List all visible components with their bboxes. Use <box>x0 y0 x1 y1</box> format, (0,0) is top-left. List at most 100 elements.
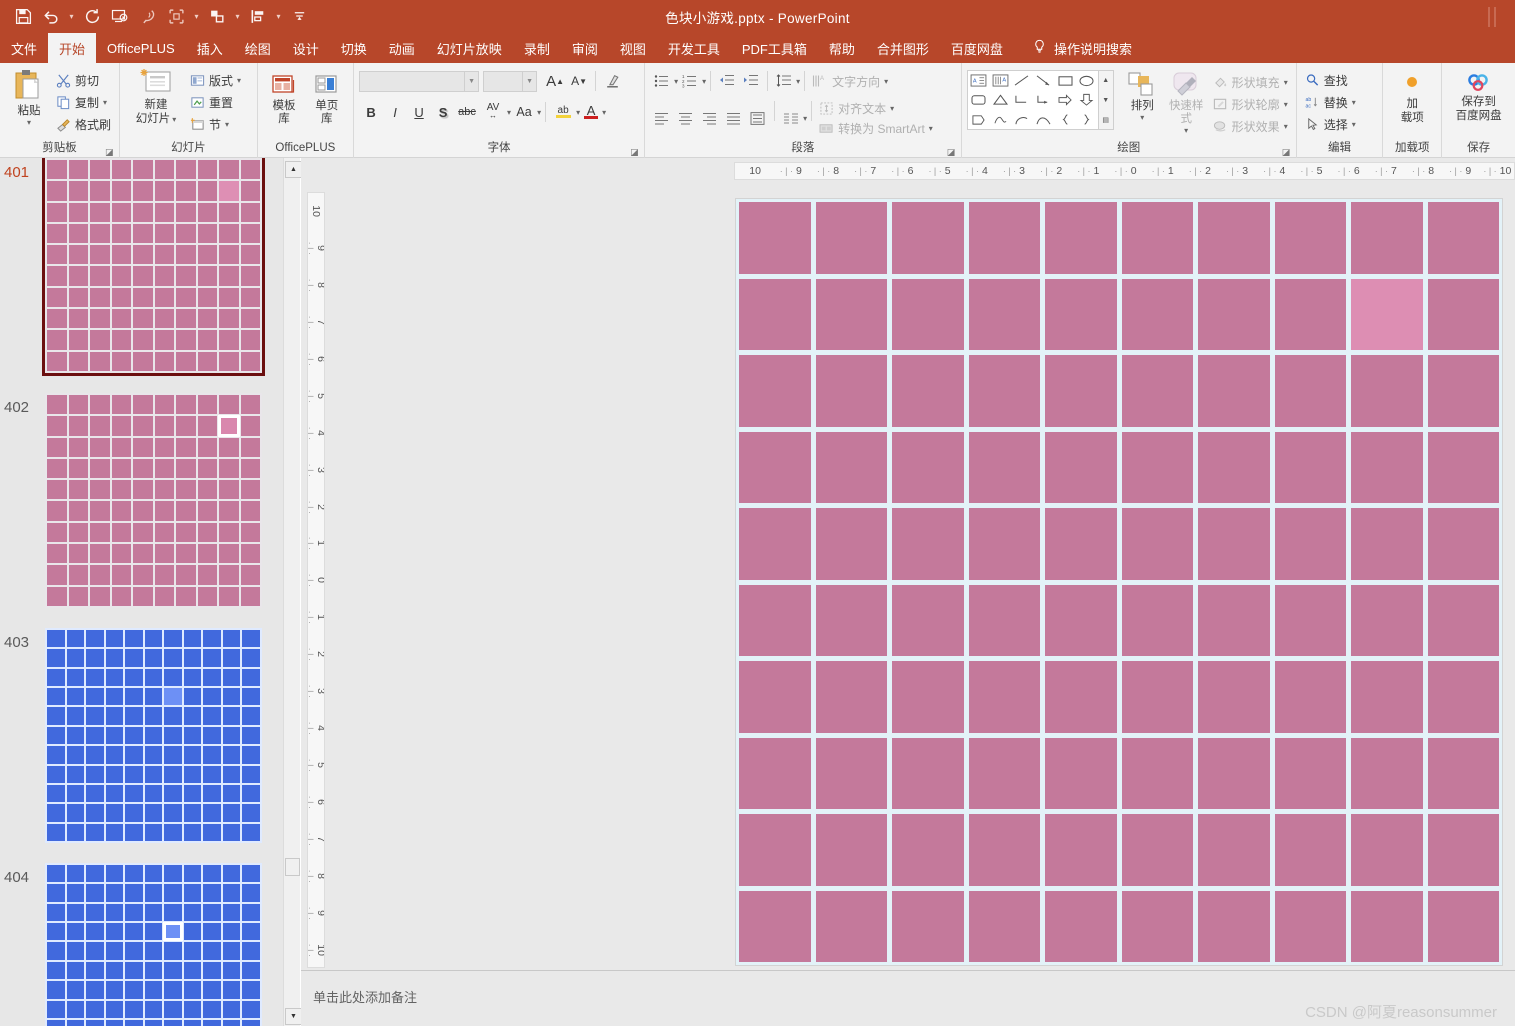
ribbon-tab-12[interactable]: 开发工具 <box>657 33 731 63</box>
thumbnail-canvas[interactable] <box>42 158 265 376</box>
slide-cell[interactable] <box>1427 355 1499 427</box>
slide-cell[interactable] <box>1045 355 1117 427</box>
horizontal-ruler[interactable]: 10 · | · 9 · | · 8 · | · 7 · | · 6 · | · 5 · | · 4 · … <box>734 162 1515 180</box>
shape-scribble[interactable] <box>989 110 1011 129</box>
shape-oval[interactable] <box>1076 71 1098 90</box>
convert-smartart-button[interactable]: 转换为 SmartArt ▾ <box>816 118 936 138</box>
text-direction-dropdown-icon[interactable]: ▾ <box>884 77 888 86</box>
layout-button[interactable]: 版式 ▾ <box>187 69 244 91</box>
slide-cell[interactable] <box>892 355 964 427</box>
slide-cell[interactable] <box>968 508 1040 580</box>
ribbon-tab-5[interactable]: 设计 <box>282 33 330 63</box>
shape-elbow-connector[interactable] <box>1011 90 1033 109</box>
shape-arrow[interactable] <box>1033 71 1055 90</box>
section-button[interactable]: 节 ▾ <box>187 113 244 135</box>
notes-pane[interactable]: 单击此处添加备注 CSDN @阿夏reasonsummer <box>301 970 1515 1026</box>
shape-pentagon[interactable] <box>968 110 990 129</box>
clear-formatting-button[interactable] <box>600 69 624 93</box>
slide-cell[interactable] <box>1121 431 1193 503</box>
slide-cell[interactable] <box>968 355 1040 427</box>
shape-text-box[interactable]: A <box>968 71 990 90</box>
slide-cell[interactable] <box>1198 355 1270 427</box>
replace-dropdown-icon[interactable]: ▾ <box>1352 98 1356 107</box>
shapes-more-icon[interactable]: ▤ <box>1099 110 1113 129</box>
slide-cell[interactable] <box>739 508 811 580</box>
slide-cell[interactable] <box>968 737 1040 809</box>
slide-cell[interactable] <box>1198 508 1270 580</box>
slide-cell-highlighted[interactable] <box>1351 278 1423 350</box>
slide-cell[interactable] <box>968 661 1040 733</box>
shape-fill-dropdown-icon[interactable]: ▾ <box>1284 78 1288 87</box>
notes-placeholder[interactable]: 单击此处添加备注 <box>313 987 417 1006</box>
strikethrough-button[interactable]: abc <box>455 100 479 124</box>
slide-cell[interactable] <box>1198 890 1270 962</box>
slide-thumbnail-403[interactable]: 403 <box>0 628 283 852</box>
slide-cell[interactable] <box>1121 508 1193 580</box>
slide-cell[interactable] <box>815 661 887 733</box>
text-direction-button[interactable]: A 文字方向 ▾ <box>809 70 891 92</box>
bullets-button[interactable] <box>650 69 674 93</box>
scrollbar-thumb[interactable] <box>285 858 300 876</box>
quick-styles-dropdown-icon[interactable]: ▾ <box>1184 126 1188 135</box>
slide-cell[interactable] <box>1121 355 1193 427</box>
slide-thumbnail-404[interactable]: 404 <box>0 863 283 1026</box>
shapes-scroll-up-icon[interactable]: ▲ <box>1099 71 1113 90</box>
slide-cell[interactable] <box>1351 355 1423 427</box>
slide-cell[interactable] <box>968 890 1040 962</box>
slide-cell[interactable] <box>739 584 811 656</box>
slide-cell[interactable] <box>1427 814 1499 886</box>
slide-cell[interactable] <box>815 431 887 503</box>
slide-thumbnail-401[interactable]: 401 <box>0 158 283 382</box>
drawing-dialog-launcher-icon[interactable]: ◪ <box>1282 147 1292 157</box>
slide-cell[interactable] <box>1427 278 1499 350</box>
shape-right-arrow[interactable] <box>1054 90 1076 109</box>
underline-button[interactable]: U <box>407 100 431 124</box>
slide-cell[interactable] <box>892 584 964 656</box>
slide-cell[interactable] <box>1351 890 1423 962</box>
shape-effects-dropdown-icon[interactable]: ▾ <box>1284 122 1288 131</box>
layout-dropdown-icon[interactable]: ▾ <box>237 76 241 85</box>
columns-dropdown-icon[interactable]: ▾ <box>803 114 807 123</box>
numbering-button[interactable]: 123 <box>678 69 702 93</box>
cut-button[interactable]: 剪切 <box>53 69 114 91</box>
thumbnail-canvas[interactable] <box>45 863 262 1026</box>
ribbon-tab-3[interactable]: 插入 <box>186 33 234 63</box>
section-dropdown-icon[interactable]: ▾ <box>225 120 229 129</box>
slide-cell[interactable] <box>1198 584 1270 656</box>
shape-arc[interactable] <box>1011 110 1033 129</box>
format-painter-button[interactable]: 格式刷 <box>53 113 114 135</box>
slide-cell[interactable] <box>968 584 1040 656</box>
font-color-button[interactable]: A <box>580 100 602 124</box>
slide-cell[interactable] <box>968 278 1040 350</box>
slide-cell[interactable] <box>1198 431 1270 503</box>
slide-cell[interactable] <box>1045 890 1117 962</box>
new-slide-dropdown-icon[interactable]: ▾ <box>172 115 176 124</box>
slide-thumbnail-pane[interactable]: 401 402 403 404 <box>0 158 283 1026</box>
thumbnail-scrollbar[interactable]: ▲ ▼ <box>283 158 302 1026</box>
slide-cell[interactable] <box>1274 661 1346 733</box>
slide-cell[interactable] <box>1351 431 1423 503</box>
slide-cell[interactable] <box>1351 737 1423 809</box>
save-to-baidu-button[interactable]: 保存到 百度网盘 <box>1451 72 1507 124</box>
convert-smartart-dropdown-icon[interactable]: ▾ <box>929 124 933 133</box>
slide-cell[interactable] <box>815 355 887 427</box>
slide-cell[interactable] <box>739 814 811 886</box>
copy-dropdown-icon[interactable]: ▾ <box>103 98 107 107</box>
shapes-scroll-down-icon[interactable]: ▼ <box>1099 91 1113 110</box>
select-button[interactable]: 选择 ▾ <box>1302 113 1359 135</box>
slide-cell[interactable] <box>1274 584 1346 656</box>
slide-cell[interactable] <box>1274 431 1346 503</box>
slide-cell[interactable] <box>1274 278 1346 350</box>
align-right-button[interactable] <box>698 106 722 130</box>
slide-cell[interactable] <box>1121 737 1193 809</box>
ribbon-tab-9[interactable]: 录制 <box>513 33 561 63</box>
slide-cell[interactable] <box>892 202 964 274</box>
quick-styles-button[interactable]: 快速样式 ▾ <box>1163 70 1210 136</box>
ribbon-tab-11[interactable]: 视图 <box>609 33 657 63</box>
slide-cell[interactable] <box>892 814 964 886</box>
slide-cell[interactable] <box>1121 661 1193 733</box>
slide-cell[interactable] <box>1198 278 1270 350</box>
slide-cell[interactable] <box>1274 508 1346 580</box>
slide-cell[interactable] <box>1427 508 1499 580</box>
paste-button[interactable]: 粘贴 ▾ <box>5 67 53 128</box>
